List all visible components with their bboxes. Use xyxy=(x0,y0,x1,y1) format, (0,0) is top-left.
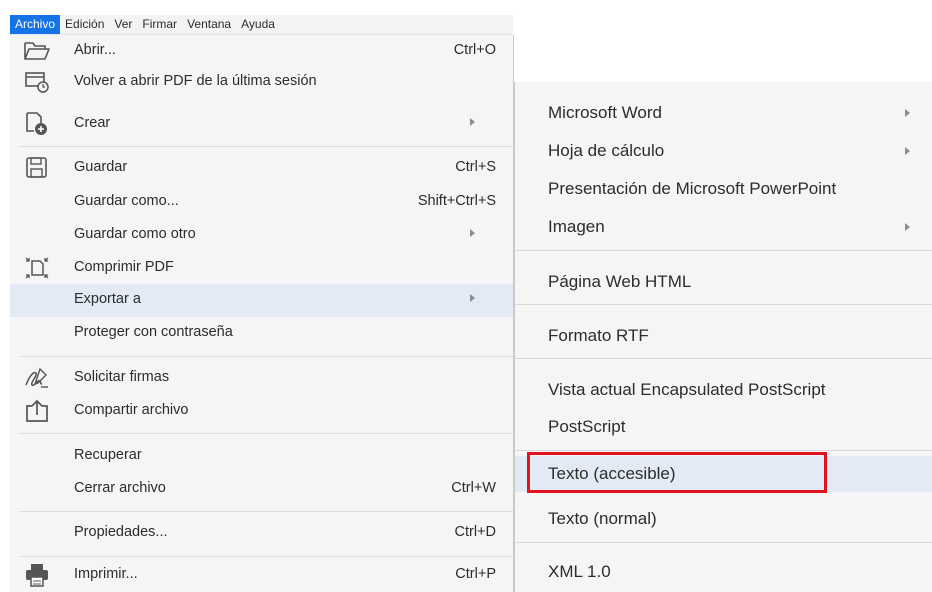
submenu-separator xyxy=(515,542,932,543)
submenu-arrow-icon xyxy=(905,223,910,231)
menu-ayuda[interactable]: Ayuda xyxy=(236,15,280,34)
submenu-item-label: Imagen xyxy=(548,217,605,236)
submenu-item-label: Presentación de Microsoft PowerPoint xyxy=(548,179,837,198)
menu-item-guardar-como[interactable]: Guardar como... Shift+Ctrl+S xyxy=(10,186,513,219)
signature-icon xyxy=(23,365,51,391)
menu-item-imprimir[interactable]: Imprimir... Ctrl+P xyxy=(10,559,513,592)
submenu-item-label: Formato RTF xyxy=(548,326,649,345)
menu-item-label: Solicitar firmas xyxy=(74,369,170,385)
file-menu: Abrir... Ctrl+O Volver a abrir PDF de la… xyxy=(10,35,514,592)
submenu-separator xyxy=(515,250,932,251)
menu-item-propiedades[interactable]: Propiedades... Ctrl+D xyxy=(10,517,513,550)
menu-item-label: Propiedades... xyxy=(74,524,168,540)
share-icon xyxy=(23,398,51,424)
shortcut-label: Ctrl+O xyxy=(453,42,496,58)
menu-item-compartir[interactable]: Compartir archivo xyxy=(10,395,513,428)
submenu-item-imagen[interactable]: Imagen xyxy=(515,209,932,245)
menu-item-abrir[interactable]: Abrir... Ctrl+O xyxy=(10,35,513,68)
submenu-item-label: Texto (normal) xyxy=(548,509,657,528)
menu-item-solicitar-firmas[interactable]: Solicitar firmas xyxy=(10,362,513,395)
shortcut-label: Shift+Ctrl+S xyxy=(417,193,496,209)
submenu-item-xml[interactable]: XML 1.0 xyxy=(515,554,932,590)
menu-item-label: Volver a abrir PDF de la última sesión xyxy=(74,73,317,89)
menu-item-comprimir-pdf[interactable]: Comprimir PDF xyxy=(10,252,513,285)
submenu-item-microsoft-word[interactable]: Microsoft Word xyxy=(515,95,932,131)
menu-item-label: Compartir archivo xyxy=(74,402,189,418)
submenu-item-encapsulated-postscript[interactable]: Vista actual Encapsulated PostScript xyxy=(515,372,932,408)
submenu-item-label: Vista actual Encapsulated PostScript xyxy=(548,380,826,399)
menu-item-label: Guardar xyxy=(74,159,128,175)
reopen-session-icon xyxy=(23,69,51,95)
submenu-item-hoja-de-calculo[interactable]: Hoja de cálculo xyxy=(515,133,932,169)
menu-item-label: Crear xyxy=(74,115,111,131)
shortcut-label: Ctrl+D xyxy=(454,524,497,540)
menu-item-proteger[interactable]: Proteger con contraseña xyxy=(10,317,513,350)
menu-item-guardar-como-otro[interactable]: Guardar como otro xyxy=(10,219,513,252)
menu-item-exportar-a[interactable]: Exportar a xyxy=(10,284,513,317)
menu-item-label: Guardar como otro xyxy=(74,226,196,242)
submenu-item-label: Hoja de cálculo xyxy=(548,141,665,160)
menu-item-label: Recuperar xyxy=(74,447,142,463)
shortcut-label: Ctrl+W xyxy=(451,480,496,496)
menu-archivo[interactable]: Archivo xyxy=(10,15,61,34)
save-icon xyxy=(23,155,51,181)
annotation-highlight-box xyxy=(527,452,827,493)
create-pdf-icon xyxy=(23,111,51,137)
menu-edicion[interactable]: Edición xyxy=(60,15,109,34)
menu-bar: Archivo Edición Ver Firmar Ventana Ayuda xyxy=(10,15,513,35)
submenu-item-label: Página Web HTML xyxy=(548,272,692,291)
submenu-arrow-icon xyxy=(905,109,910,117)
submenu-item-label: Microsoft Word xyxy=(548,103,662,122)
submenu-arrow-icon xyxy=(470,294,475,302)
menu-ventana[interactable]: Ventana xyxy=(182,15,236,34)
menu-item-label: Abrir... xyxy=(74,42,116,58)
compress-pdf-icon xyxy=(23,255,51,281)
menu-ver[interactable]: Ver xyxy=(109,15,137,34)
menu-item-label: Imprimir... xyxy=(74,566,138,582)
menu-item-recuperar[interactable]: Recuperar xyxy=(10,440,513,473)
printer-icon xyxy=(23,562,51,588)
submenu-separator xyxy=(515,358,932,359)
submenu-item-powerpoint[interactable]: Presentación de Microsoft PowerPoint xyxy=(515,171,932,207)
menu-item-guardar[interactable]: Guardar Ctrl+S xyxy=(10,152,513,185)
shortcut-label: Ctrl+S xyxy=(455,159,496,175)
menu-separator xyxy=(19,146,513,147)
menu-item-crear[interactable]: Crear xyxy=(10,108,513,141)
menu-separator xyxy=(19,356,513,357)
menu-separator xyxy=(19,511,513,512)
menu-item-cerrar-archivo[interactable]: Cerrar archivo Ctrl+W xyxy=(10,473,513,506)
submenu-arrow-icon xyxy=(905,147,910,155)
submenu-item-label: PostScript xyxy=(548,417,626,436)
shortcut-label: Ctrl+P xyxy=(455,566,496,582)
menu-separator xyxy=(19,433,513,434)
submenu-arrow-icon xyxy=(470,229,475,237)
menu-item-label: Exportar a xyxy=(74,291,141,307)
submenu-arrow-icon xyxy=(470,118,475,126)
submenu-item-pagina-web-html[interactable]: Página Web HTML xyxy=(515,264,932,300)
submenu-item-formato-rtf[interactable]: Formato RTF xyxy=(515,318,932,354)
menu-item-volver-a-abrir[interactable]: Volver a abrir PDF de la última sesión xyxy=(10,66,513,99)
folder-open-icon xyxy=(23,38,51,64)
submenu-separator xyxy=(515,450,932,451)
export-submenu: Microsoft Word Hoja de cálculo Presentac… xyxy=(514,82,932,592)
menu-item-label: Cerrar archivo xyxy=(74,480,166,496)
submenu-item-label: XML 1.0 xyxy=(548,562,611,581)
submenu-separator xyxy=(515,304,932,305)
submenu-item-texto-normal[interactable]: Texto (normal) xyxy=(515,501,932,537)
submenu-item-postscript[interactable]: PostScript xyxy=(515,409,932,445)
menu-firmar[interactable]: Firmar xyxy=(137,15,182,34)
menu-separator xyxy=(19,556,513,557)
menu-item-label: Comprimir PDF xyxy=(74,259,174,275)
menu-item-label: Proteger con contraseña xyxy=(74,324,233,340)
menu-item-label: Guardar como... xyxy=(74,193,179,209)
